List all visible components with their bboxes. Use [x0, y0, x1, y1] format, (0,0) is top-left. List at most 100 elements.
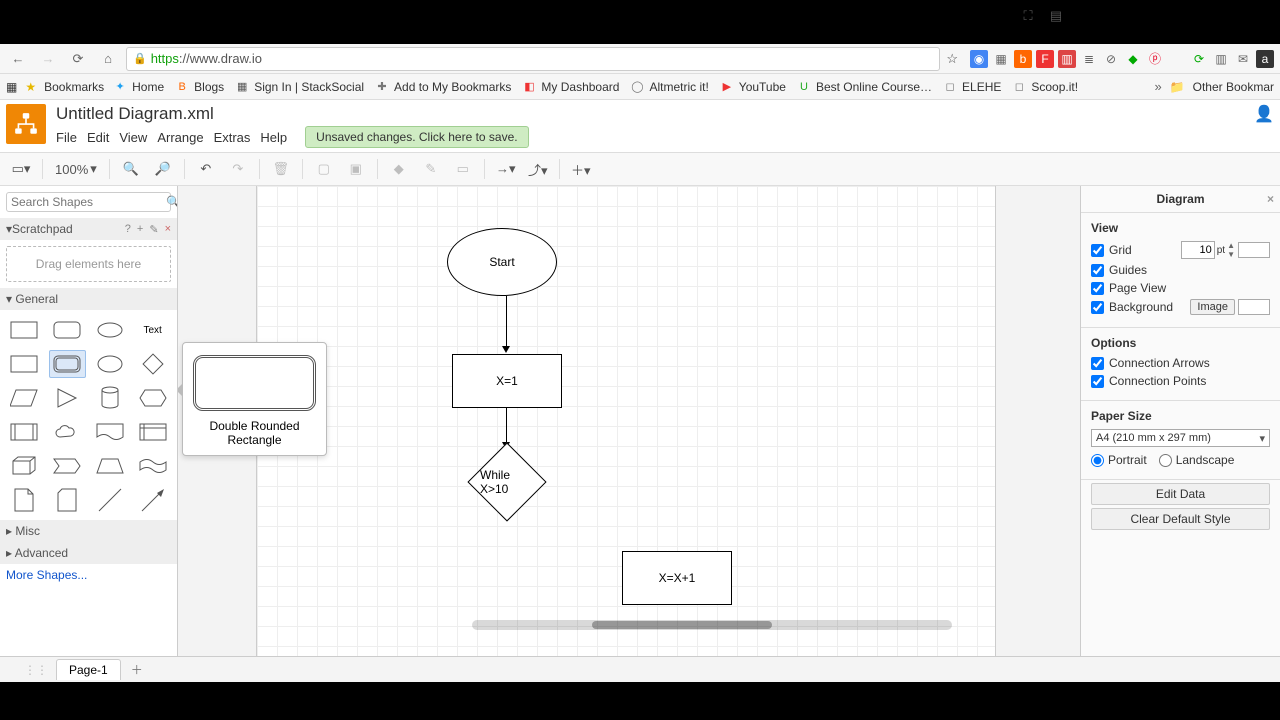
- ext-icon[interactable]: a: [1256, 50, 1274, 68]
- shape-line[interactable]: [92, 486, 129, 514]
- section-general[interactable]: ▾ General: [0, 288, 177, 310]
- menu-edit[interactable]: Edit: [87, 130, 109, 145]
- close-icon[interactable]: ×: [165, 223, 171, 236]
- grid-size-input[interactable]: [1181, 241, 1215, 259]
- ext-icon[interactable]: F: [1036, 50, 1054, 68]
- shape-card[interactable]: [49, 486, 86, 514]
- search-input[interactable]: [11, 195, 166, 209]
- share-icon[interactable]: 👤: [1254, 104, 1274, 124]
- shape-cloud[interactable]: [49, 418, 86, 446]
- shape-cylinder[interactable]: [92, 384, 129, 412]
- flowchart-decision[interactable]: While X>10: [467, 442, 546, 521]
- menu-arrange[interactable]: Arrange: [157, 130, 203, 145]
- waypoint-button[interactable]: ⤴▾: [525, 156, 551, 182]
- more-shapes-link[interactable]: More Shapes...: [0, 564, 177, 586]
- edge[interactable]: [506, 408, 507, 444]
- ext-icon[interactable]: ≣: [1080, 50, 1098, 68]
- edit-data-button[interactable]: Edit Data: [1091, 483, 1270, 505]
- to-front-button[interactable]: ▢: [311, 156, 337, 182]
- grid-checkbox[interactable]: [1091, 244, 1104, 257]
- section-misc[interactable]: ▸ Misc: [0, 520, 177, 542]
- shape-double-rounded-rectangle[interactable]: [49, 350, 86, 378]
- shape-cube[interactable]: [6, 452, 43, 480]
- conn-points-checkbox[interactable]: [1091, 375, 1104, 388]
- scratchpad-header[interactable]: ▾ Scratchpad ?+✎×: [0, 218, 177, 240]
- shape-ellipse[interactable]: [92, 350, 129, 378]
- ext-icon[interactable]: ⊘: [1102, 50, 1120, 68]
- bookmark-item[interactable]: BBlogs: [174, 79, 224, 95]
- background-checkbox[interactable]: [1091, 301, 1104, 314]
- menu-view[interactable]: View: [119, 130, 147, 145]
- background-image-button[interactable]: Image: [1190, 299, 1235, 315]
- view-dropdown[interactable]: ▭▾: [8, 156, 34, 182]
- shape-ellipse-small[interactable]: [92, 316, 129, 344]
- bookmark-item[interactable]: ◯Altmetric it!: [629, 79, 708, 95]
- zoom-out-icon[interactable]: 🔎: [150, 156, 176, 182]
- zoom-in-icon[interactable]: 🔍: [118, 156, 144, 182]
- search-shapes[interactable]: 🔍: [6, 192, 171, 212]
- ext-icon[interactable]: ✉: [1234, 50, 1252, 68]
- help-icon[interactable]: ?: [125, 223, 131, 236]
- ext-icon[interactable]: b: [1014, 50, 1032, 68]
- shadow-button[interactable]: ▭: [450, 156, 476, 182]
- fill-color-button[interactable]: ◆: [386, 156, 412, 182]
- guides-checkbox[interactable]: [1091, 264, 1104, 277]
- reload-button[interactable]: ⟳: [66, 47, 90, 71]
- ext-icon[interactable]: ◉: [970, 50, 988, 68]
- shape-rectangle[interactable]: [6, 316, 43, 344]
- menu-file[interactable]: File: [56, 130, 77, 145]
- undo-button[interactable]: ↶: [193, 156, 219, 182]
- shape-arrow-line[interactable]: [134, 486, 171, 514]
- ext-icon[interactable]: ▥: [1058, 50, 1076, 68]
- document-title[interactable]: Untitled Diagram.xml: [56, 104, 529, 124]
- horizontal-scrollbar[interactable]: [472, 620, 952, 630]
- delete-button[interactable]: 🗑: [268, 156, 294, 182]
- shape-note[interactable]: [6, 486, 43, 514]
- canvas-page[interactable]: Start X=1 While X>10 X=X+1: [256, 186, 996, 656]
- drawio-logo[interactable]: [6, 104, 46, 144]
- background-color-swatch[interactable]: [1238, 299, 1270, 315]
- shape-process[interactable]: [6, 418, 43, 446]
- bookmark-item[interactable]: UBest Online Course…: [796, 79, 932, 95]
- save-notice[interactable]: Unsaved changes. Click here to save.: [305, 126, 528, 148]
- ext-icon[interactable]: ▦: [992, 50, 1010, 68]
- bookmark-item[interactable]: ◻Scoop.it!: [1011, 79, 1078, 95]
- bookmark-item[interactable]: ✚Add to My Bookmarks: [374, 79, 511, 95]
- connection-button[interactable]: →▾: [493, 156, 519, 182]
- bookmark-item[interactable]: ✦Home: [112, 79, 164, 95]
- shape-document[interactable]: [92, 418, 129, 446]
- to-back-button[interactable]: ▣: [343, 156, 369, 182]
- menu-extras[interactable]: Extras: [214, 130, 251, 145]
- flowchart-process[interactable]: X=X+1: [622, 551, 732, 605]
- menu-help[interactable]: Help: [260, 130, 287, 145]
- redo-button[interactable]: ↷: [225, 156, 251, 182]
- format-tab-diagram[interactable]: Diagram×: [1081, 186, 1280, 213]
- landscape-radio[interactable]: [1159, 454, 1172, 467]
- pageview-checkbox[interactable]: [1091, 282, 1104, 295]
- shape-diamond[interactable]: [134, 350, 171, 378]
- canvas[interactable]: Start X=1 While X>10 X=X+1 Double Rounde…: [178, 186, 1080, 656]
- back-button[interactable]: ←: [6, 47, 30, 71]
- shape-trapezoid[interactable]: [92, 452, 129, 480]
- page-tab[interactable]: Page-1: [56, 659, 121, 680]
- flowchart-start[interactable]: Start: [447, 228, 557, 296]
- apps-icon[interactable]: ▦: [6, 80, 17, 94]
- ext-icon[interactable]: ⟳: [1190, 50, 1208, 68]
- add-icon[interactable]: +: [137, 223, 143, 236]
- shape-parallelogram[interactable]: [6, 384, 43, 412]
- shape-step[interactable]: [49, 452, 86, 480]
- paper-size-select[interactable]: A4 (210 mm x 297 mm): [1091, 429, 1270, 447]
- ext-icon[interactable]: [1168, 50, 1186, 68]
- home-button[interactable]: ⌂: [96, 47, 120, 71]
- bookmark-item[interactable]: ◻ELEHE: [942, 79, 1001, 95]
- bookmark-item[interactable]: ▶YouTube: [719, 79, 786, 95]
- scratchpad-dropzone[interactable]: Drag elements here: [6, 246, 171, 282]
- shape-rounded-rectangle[interactable]: [49, 316, 86, 344]
- clear-style-button[interactable]: Clear Default Style: [1091, 508, 1270, 530]
- portrait-radio[interactable]: [1091, 454, 1104, 467]
- url-bar[interactable]: 🔒 https://www.draw.io: [126, 47, 940, 71]
- ext-icon[interactable]: ⓟ: [1146, 50, 1164, 68]
- bookmark-item[interactable]: ▦Sign In | StackSocial: [234, 79, 364, 95]
- fullscreen-icon[interactable]: ⛶: [1015, 3, 1041, 29]
- bookmarks-folder-label[interactable]: Bookmarks: [44, 80, 104, 94]
